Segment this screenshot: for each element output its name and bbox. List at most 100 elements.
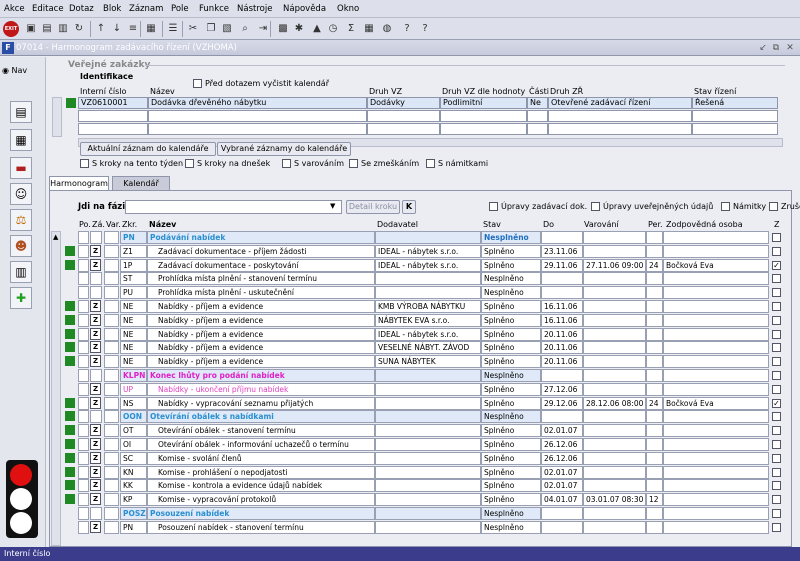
row-varovani[interactable]	[583, 383, 646, 396]
row-var-cell[interactable]	[104, 355, 119, 368]
row-var-cell[interactable]	[104, 245, 119, 258]
row-po-cell[interactable]	[78, 424, 89, 437]
indent-icon[interactable]: ⇥	[256, 22, 270, 36]
row-do[interactable]: 26.12.06	[541, 438, 583, 451]
row-stav[interactable]: Nesplněno	[481, 507, 541, 520]
row-per[interactable]	[646, 452, 663, 465]
row-dodavatel[interactable]	[375, 493, 481, 506]
row-zkr[interactable]: NE	[120, 355, 147, 368]
row-po-cell[interactable]	[78, 479, 89, 492]
globe-icon[interactable]: ◍	[380, 22, 394, 36]
row-dodavatel[interactable]	[375, 452, 481, 465]
row-stav[interactable]: Splněno	[481, 300, 541, 313]
row-zkr[interactable]: KP	[120, 493, 147, 506]
row-z-checkbox[interactable]	[772, 288, 781, 297]
menu-1[interactable]: Editace	[32, 4, 64, 14]
row-var-cell[interactable]	[104, 521, 119, 534]
row-do[interactable]	[541, 507, 583, 520]
menu-5[interactable]: Pole	[171, 4, 189, 14]
maximize-icon[interactable]: ⧉	[770, 42, 782, 54]
copy-icon[interactable]: ❐	[204, 22, 218, 36]
row-varovani[interactable]	[583, 245, 646, 258]
row-varovani[interactable]	[583, 479, 646, 492]
row-var-cell[interactable]	[104, 300, 119, 313]
row-var-cell[interactable]	[104, 314, 119, 327]
menu-7[interactable]: Nástroje	[237, 4, 272, 14]
row-var-cell[interactable]	[104, 452, 119, 465]
row-nazev[interactable]: Zadávací dokumentace - poskytování	[147, 259, 375, 272]
row-stav[interactable]: Nesplněno	[481, 286, 541, 299]
row-po-cell[interactable]	[78, 383, 89, 396]
row-za-cell[interactable]	[90, 369, 102, 382]
row-var-cell[interactable]	[104, 466, 119, 479]
row-nazev[interactable]: Nabídky - příjem a evidence	[147, 314, 375, 327]
row-nazev[interactable]: Posouzení nabídek	[147, 507, 375, 520]
row-z-checkbox[interactable]: ✓	[772, 261, 781, 270]
row-po-cell[interactable]	[78, 272, 89, 285]
row-per[interactable]	[646, 355, 663, 368]
row-z-checkbox[interactable]	[772, 343, 781, 352]
row-nazev[interactable]: Komise - prohlášení o nepodjatosti	[147, 466, 375, 479]
menu-4[interactable]: Záznam	[129, 4, 163, 14]
row-nazev[interactable]: Nabídky - příjem a evidence	[147, 328, 375, 341]
row-osoba[interactable]	[663, 466, 769, 479]
row-dodavatel[interactable]	[375, 479, 481, 492]
row-nazev[interactable]: Prohlídka místa plnění - stanovení termí…	[147, 272, 375, 285]
row-do[interactable]	[541, 521, 583, 534]
row-do[interactable]: 16.11.06	[541, 314, 583, 327]
row-varovani[interactable]	[583, 507, 646, 520]
row-per[interactable]	[646, 479, 663, 492]
row-do[interactable]: 02.01.07	[541, 479, 583, 492]
row-po-cell[interactable]	[78, 314, 89, 327]
row-stav[interactable]: Splněno	[481, 479, 541, 492]
row-varovani[interactable]	[583, 521, 646, 534]
row-osoba[interactable]	[663, 245, 769, 258]
row-za-checkbox[interactable]: Z	[90, 479, 101, 491]
row-dodavatel[interactable]	[375, 438, 481, 451]
row-po-cell[interactable]	[78, 493, 89, 506]
row-po-cell[interactable]	[78, 328, 89, 341]
row-za-cell[interactable]	[90, 410, 102, 423]
row-do[interactable]: 20.11.06	[541, 341, 583, 354]
person-icon[interactable]: ☻	[10, 235, 32, 257]
row-osoba[interactable]	[663, 521, 769, 534]
row-osoba[interactable]: Bočková Eva	[663, 259, 769, 272]
row-nazev[interactable]: Komise - svolání členů	[147, 452, 375, 465]
row-stav[interactable]: Nesplněno	[481, 521, 541, 534]
row-za-cell[interactable]	[90, 507, 102, 520]
row-varovani[interactable]	[583, 328, 646, 341]
row-dodavatel[interactable]	[375, 410, 481, 423]
row-po-cell[interactable]	[78, 466, 89, 479]
scroll-up-icon[interactable]: ▲	[53, 233, 58, 241]
row-var-cell[interactable]	[104, 272, 119, 285]
row-stav[interactable]: Nesplněno	[481, 369, 541, 382]
row-varovani[interactable]	[583, 341, 646, 354]
row-osoba[interactable]	[663, 507, 769, 520]
row-do[interactable]: 29.11.06	[541, 259, 583, 272]
exit-button[interactable]: EXIT	[3, 21, 19, 37]
row-dodavatel[interactable]: NÁBYTEK EVA s.r.o.	[375, 314, 481, 327]
row-osoba[interactable]	[663, 493, 769, 506]
row-osoba[interactable]	[663, 438, 769, 451]
row-dodavatel[interactable]	[375, 507, 481, 520]
row-dodavatel[interactable]	[375, 466, 481, 479]
row-za-checkbox[interactable]: Z	[90, 466, 101, 478]
row-zkr[interactable]: NS	[120, 397, 147, 410]
row-dodavatel[interactable]	[375, 397, 481, 410]
row-do[interactable]: 16.11.06	[541, 300, 583, 313]
row-dodavatel[interactable]	[375, 521, 481, 534]
row-za-checkbox[interactable]: Z	[90, 328, 101, 340]
row-varovani[interactable]	[583, 369, 646, 382]
row-po-cell[interactable]	[78, 286, 89, 299]
row-po-cell[interactable]	[78, 341, 89, 354]
menu-9[interactable]: Okno	[337, 4, 359, 14]
row-nazev[interactable]: Nabídky - příjem a evidence	[147, 341, 375, 354]
row-stav[interactable]: Splněno	[481, 328, 541, 341]
row-per[interactable]	[646, 314, 663, 327]
row-za-checkbox[interactable]: Z	[90, 259, 101, 271]
row-z-checkbox[interactable]: ✓	[772, 399, 781, 408]
row-zkr[interactable]: OON	[120, 410, 147, 423]
row-za-checkbox[interactable]: Z	[90, 521, 101, 533]
sort-desc-icon[interactable]: ↓	[110, 22, 124, 36]
row-stav[interactable]: Splněno	[481, 341, 541, 354]
